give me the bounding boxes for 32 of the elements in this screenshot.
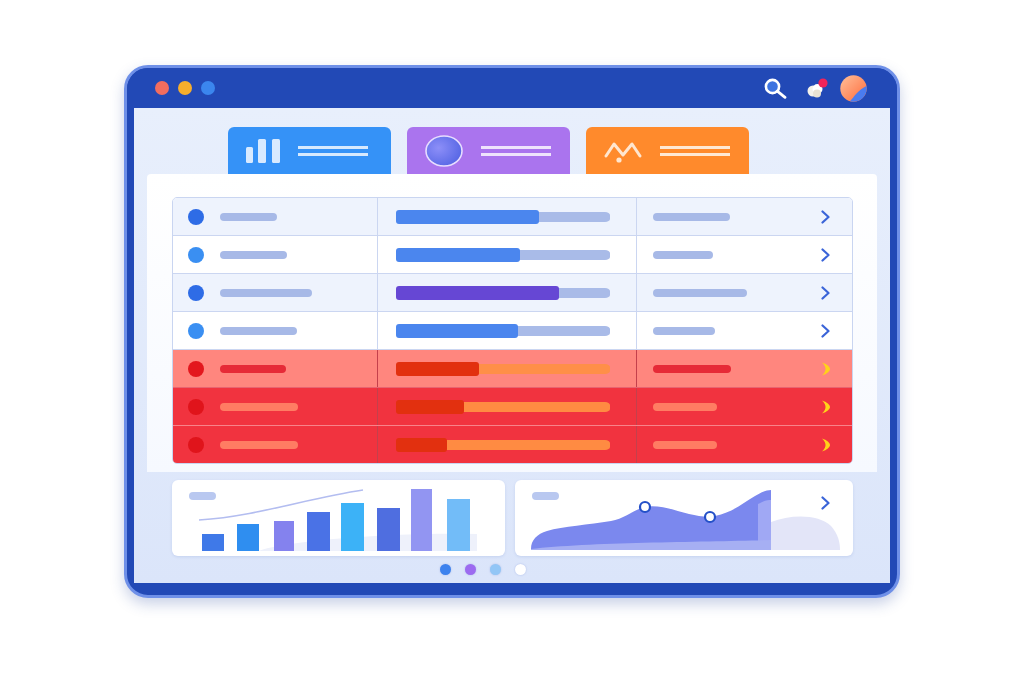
page-dot-icon[interactable] xyxy=(490,564,501,575)
placeholder-line xyxy=(653,250,713,259)
tab[interactable] xyxy=(407,127,570,174)
page-dot-icon[interactable] xyxy=(440,564,451,575)
orb-icon xyxy=(425,134,463,167)
page-dot-icon[interactable] xyxy=(515,564,526,575)
tab[interactable] xyxy=(228,127,391,174)
crescent-chevron-icon[interactable] xyxy=(821,361,830,376)
placeholder-line xyxy=(653,440,717,449)
chevron-right-icon[interactable] xyxy=(821,285,830,300)
placeholder-lines xyxy=(481,145,551,156)
window-control-icon[interactable] xyxy=(155,81,169,95)
placeholder-lines xyxy=(298,145,368,156)
bar-chart-icon xyxy=(246,138,280,163)
placeholder-lines xyxy=(660,145,730,156)
placeholder-line xyxy=(220,250,287,259)
avatar-icon[interactable] xyxy=(840,74,867,102)
placeholder-line xyxy=(653,402,717,411)
window-control-icon[interactable] xyxy=(178,81,192,95)
notification-icon[interactable] xyxy=(806,78,828,98)
chevron-right-icon[interactable] xyxy=(821,247,830,262)
placeholder-line xyxy=(220,364,286,373)
search-icon[interactable] xyxy=(764,77,787,99)
chevron-right-icon[interactable] xyxy=(821,209,830,224)
tab[interactable] xyxy=(586,127,749,174)
chevron-right-icon[interactable] xyxy=(821,323,830,338)
placeholder-line xyxy=(220,212,277,221)
window-control-icon[interactable] xyxy=(201,81,215,95)
placeholder-line xyxy=(653,326,715,335)
crescent-chevron-icon[interactable] xyxy=(821,437,830,452)
page-dot-icon[interactable] xyxy=(465,564,476,575)
crescent-chevron-icon[interactable] xyxy=(821,399,830,414)
